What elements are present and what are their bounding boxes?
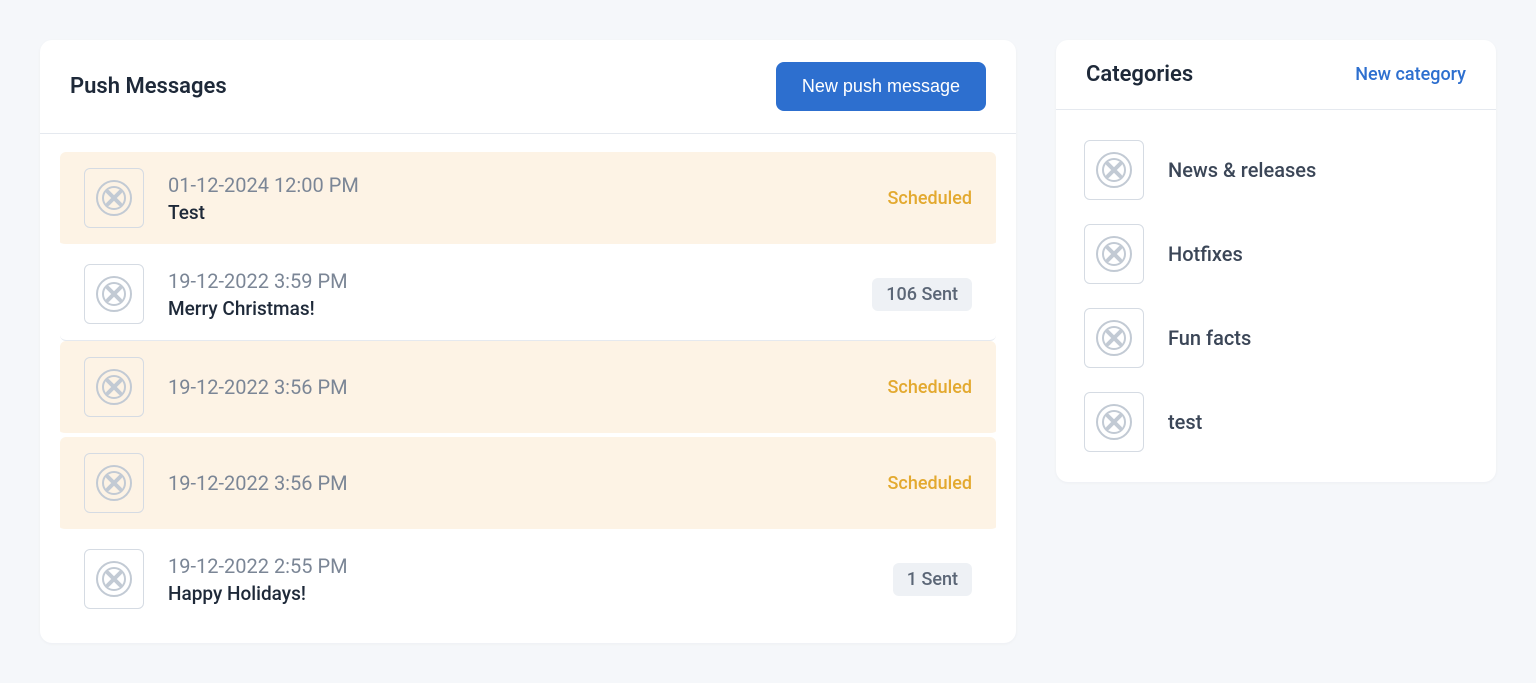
message-title: Test: [168, 201, 864, 224]
message-icon: [84, 549, 144, 609]
category-icon: [1084, 308, 1144, 368]
push-messages-card: Push Messages New push message 01-12-202…: [40, 40, 1016, 643]
category-row[interactable]: Hotfixes: [1080, 212, 1472, 296]
category-row[interactable]: test: [1080, 380, 1472, 464]
categories-header: Categories New category: [1056, 40, 1496, 110]
categories-card: Categories New category News & releases H…: [1056, 40, 1496, 482]
message-date: 19-12-2022 2:55 PM: [168, 554, 869, 578]
message-date: 19-12-2022 3:56 PM: [168, 375, 864, 399]
message-row[interactable]: 19-12-2022 3:59 PM Merry Christmas! 106 Se…: [60, 248, 996, 341]
push-messages-list: 01-12-2024 12:00 PMTestScheduled19-12-20…: [40, 134, 1016, 643]
message-title: Merry Christmas!: [168, 297, 848, 320]
status-scheduled: Scheduled: [888, 473, 972, 494]
category-row[interactable]: News & releases: [1080, 128, 1472, 212]
message-icon: [84, 264, 144, 324]
category-icon: [1084, 224, 1144, 284]
message-title: Happy Holidays!: [168, 582, 869, 605]
message-row[interactable]: 19-12-2022 3:56 PM Scheduled: [60, 437, 996, 533]
message-body: 19-12-2022 3:59 PM Merry Christmas!: [168, 269, 848, 320]
category-icon: [1084, 392, 1144, 452]
new-category-link[interactable]: New category: [1355, 64, 1466, 85]
message-icon: [84, 357, 144, 417]
category-row[interactable]: Fun facts: [1080, 296, 1472, 380]
push-messages-title: Push Messages: [70, 74, 227, 99]
message-body: 01-12-2024 12:00 PM Test: [168, 173, 864, 224]
category-name: News & releases: [1168, 158, 1316, 182]
categories-list: News & releases Hotfixes Fun facts test: [1056, 110, 1496, 482]
message-body: 19-12-2022 2:55 PM Happy Holidays!: [168, 554, 869, 605]
message-row[interactable]: 19-12-2022 3:56 PM Scheduled: [60, 341, 996, 437]
message-row[interactable]: 01-12-2024 12:00 PM Test Scheduled: [60, 152, 996, 248]
message-date: 19-12-2022 3:56 PM: [168, 471, 864, 495]
status-sent-badge: 1 Sent: [893, 563, 972, 596]
category-name: Fun facts: [1168, 326, 1251, 350]
message-body: 19-12-2022 3:56 PM: [168, 471, 864, 495]
message-body: 19-12-2022 3:56 PM: [168, 375, 864, 399]
category-name: test: [1168, 410, 1202, 434]
message-icon: [84, 453, 144, 513]
status-scheduled: Scheduled: [888, 188, 972, 209]
message-icon: [84, 168, 144, 228]
push-messages-header: Push Messages New push message: [40, 40, 1016, 134]
status-sent-badge: 106 Sent: [872, 278, 972, 311]
message-date: 19-12-2022 3:59 PM: [168, 269, 848, 293]
message-row[interactable]: 19-12-2022 2:55 PM Happy Holidays! 1 Sent: [60, 533, 996, 625]
category-icon: [1084, 140, 1144, 200]
message-date: 01-12-2024 12:00 PM: [168, 173, 864, 197]
status-scheduled: Scheduled: [888, 377, 972, 398]
category-name: Hotfixes: [1168, 242, 1243, 266]
new-push-message-button[interactable]: New push message: [776, 62, 986, 111]
categories-title: Categories: [1086, 62, 1193, 87]
